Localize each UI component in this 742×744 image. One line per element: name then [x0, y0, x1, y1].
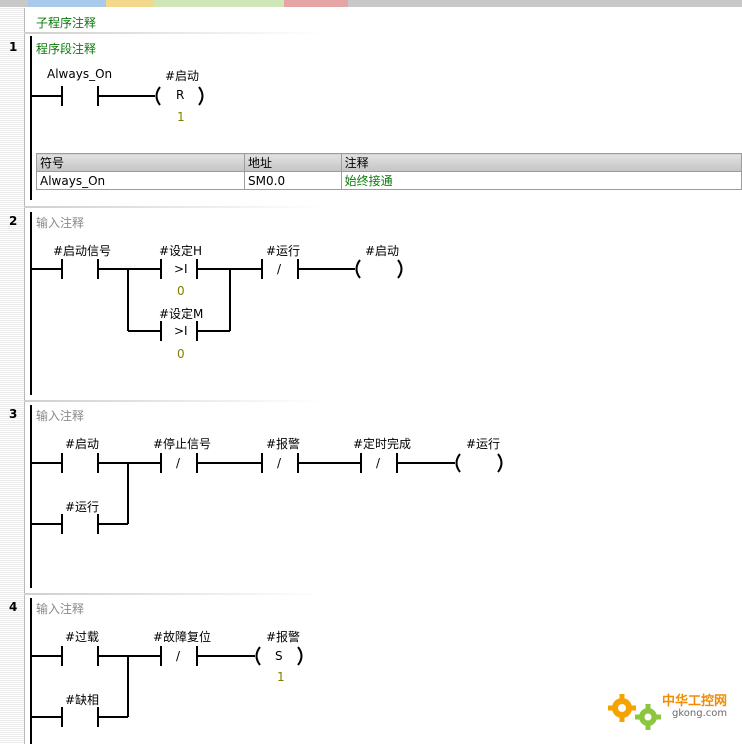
coil-label[interactable]: #运行	[466, 435, 500, 452]
contact-label[interactable]: #停止信号	[153, 435, 211, 452]
coil-label[interactable]: #启动	[365, 242, 399, 259]
comment-cell: 始终接通	[340, 171, 742, 190]
contact-label[interactable]: Always_On	[47, 67, 112, 81]
contact-label[interactable]: #缺相	[65, 691, 99, 708]
network-comment[interactable]: 输入注释	[36, 600, 84, 617]
symbol-cell: Always_On	[35, 171, 246, 190]
symbol-table-header: 符号 地址 注释	[35, 153, 742, 172]
contact-label[interactable]: #过载	[65, 628, 99, 645]
network-comment[interactable]: 程序段注释	[36, 40, 96, 57]
contact-label[interactable]: #启动	[65, 435, 99, 452]
network-comment[interactable]: 输入注释	[36, 214, 84, 231]
ladder-diagram	[30, 36, 503, 744]
nc-symbol: /	[277, 456, 282, 470]
compare-op[interactable]: >I	[174, 324, 188, 338]
symbol-table: 符号 地址 注释 Always_On SM0.0 始终接通	[35, 153, 742, 190]
watermark-url: gkong.com	[672, 708, 728, 719]
divider	[24, 593, 324, 595]
compare-label[interactable]: #设定H	[159, 242, 202, 259]
compare-value[interactable]: 0	[177, 347, 185, 361]
coil-label[interactable]: #启动	[165, 67, 199, 84]
header-comment: 注释	[340, 153, 742, 172]
contact-label[interactable]: #定时完成	[353, 435, 411, 452]
contact-label[interactable]: #故障复位	[153, 628, 211, 645]
header-symbol: 符号	[35, 153, 246, 172]
contact-label[interactable]: #运行	[65, 498, 99, 515]
nc-symbol: /	[176, 456, 181, 470]
nc-symbol: /	[176, 649, 181, 663]
compare-op[interactable]: >I	[174, 262, 188, 276]
nc-symbol: /	[376, 456, 381, 470]
coil-type[interactable]: R	[176, 88, 184, 102]
network-number: 4	[9, 600, 18, 614]
compare-value[interactable]: 0	[177, 284, 185, 298]
contact-label[interactable]: #启动信号	[53, 242, 111, 259]
coil-value[interactable]: 1	[277, 670, 285, 684]
compare-label[interactable]: #设定M	[159, 305, 203, 322]
divider	[24, 400, 324, 402]
contact-label[interactable]: #运行	[266, 242, 300, 259]
network-number: 3	[9, 407, 18, 421]
contact-label[interactable]: #报警	[266, 435, 300, 452]
network-number: 2	[9, 214, 18, 228]
coil-label[interactable]: #报警	[266, 628, 300, 645]
nc-symbol: /	[277, 262, 282, 276]
watermark-text: 中华工控网	[662, 694, 728, 709]
coil-value[interactable]: 1	[177, 110, 185, 124]
header-address: 地址	[244, 153, 342, 172]
address-cell: SM0.0	[244, 171, 342, 190]
divider	[24, 206, 324, 208]
table-row[interactable]: Always_On SM0.0 始终接通	[35, 171, 742, 190]
coil-type[interactable]: S	[275, 649, 283, 663]
network-comment[interactable]: 输入注释	[36, 407, 84, 424]
network-number: 1	[9, 40, 18, 54]
